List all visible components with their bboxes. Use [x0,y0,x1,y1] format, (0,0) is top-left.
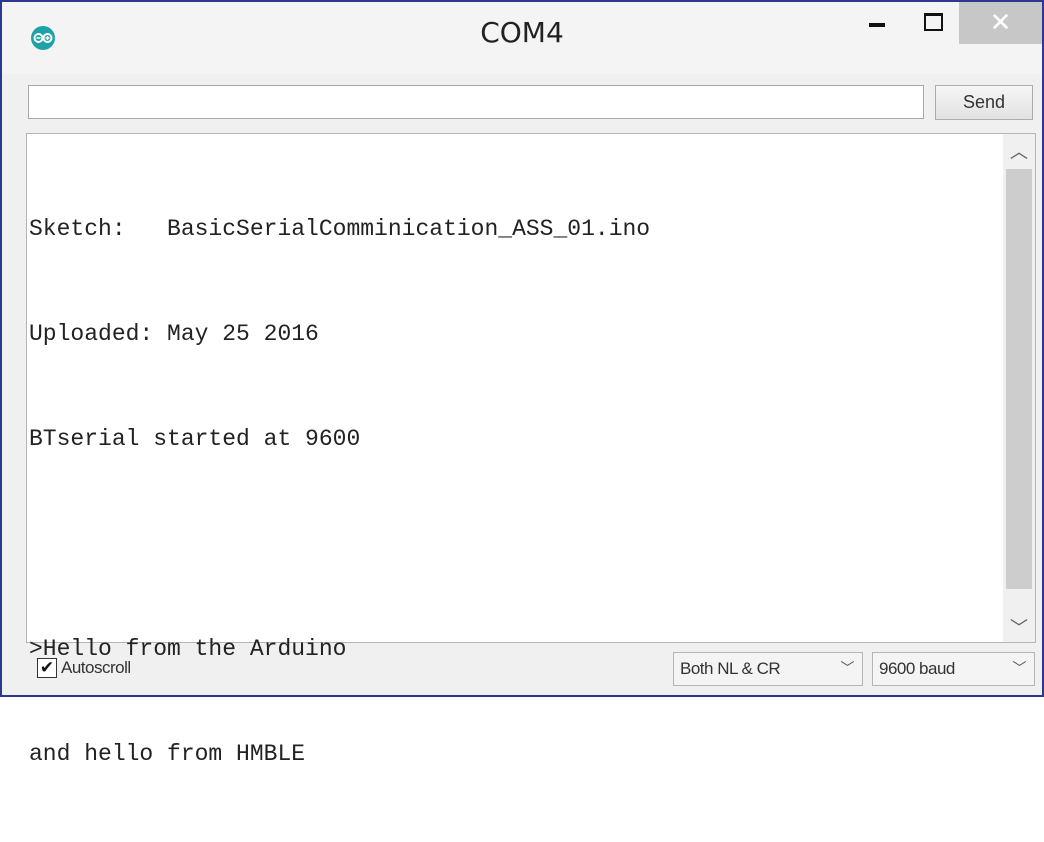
scroll-up-button[interactable]: ︿ [1003,136,1035,166]
close-icon: ✕ [989,8,1012,38]
send-button[interactable]: Send [935,85,1033,120]
line-ending-value: Both NL & CR [680,659,781,678]
scroll-down-button[interactable]: ﹀ [1003,612,1035,642]
output-line: and hello from HMBLE [29,741,306,767]
chevron-up-icon: ︿ [1010,142,1028,163]
autoscroll-label: Autoscroll [61,658,131,677]
maximize-icon [923,13,943,31]
output-line: Sketch: BasicSerialComminication_ASS_01.… [29,216,651,242]
serial-monitor-window: COM4 ✕ Send Sketch: BasicSerialComminica… [0,0,1044,767]
baud-rate-select[interactable]: 9600 baud ﹀ [872,652,1035,686]
send-row: Send [2,74,1042,130]
scroll-thumb[interactable] [1006,169,1032,589]
output-text: Sketch: BasicSerialComminication_ASS_01.… [29,142,999,842]
maximize-button[interactable] [910,2,956,42]
minimize-icon [869,23,885,27]
title-bar[interactable]: COM4 ✕ [2,2,1042,74]
output-line: BTserial started at 9600 [29,426,361,452]
serial-output[interactable]: Sketch: BasicSerialComminication_ASS_01.… [26,133,1036,767]
checkmark-icon: ✔ [39,657,55,678]
chevron-down-icon: ﹀ [840,661,855,677]
status-bar: ✔ Autoscroll Both NL & CR ﹀ 9600 baud ﹀ [2,644,1042,695]
line-ending-select[interactable]: Both NL & CR ﹀ [673,652,863,686]
serial-input[interactable] [28,85,924,119]
baud-rate-value: 9600 baud [879,659,955,678]
autoscroll-checkbox[interactable]: ✔ [37,658,57,678]
output-line: Uploaded: May 25 2016 [29,321,319,347]
close-button[interactable]: ✕ [959,2,1042,44]
minimize-button[interactable] [854,2,900,42]
chevron-down-icon: ﹀ [1012,661,1027,677]
vertical-scrollbar[interactable]: ︿ ﹀ [1003,134,1035,642]
chevron-down-icon: ﹀ [1010,618,1028,639]
autoscroll-toggle[interactable]: ✔ Autoscroll [37,658,131,678]
